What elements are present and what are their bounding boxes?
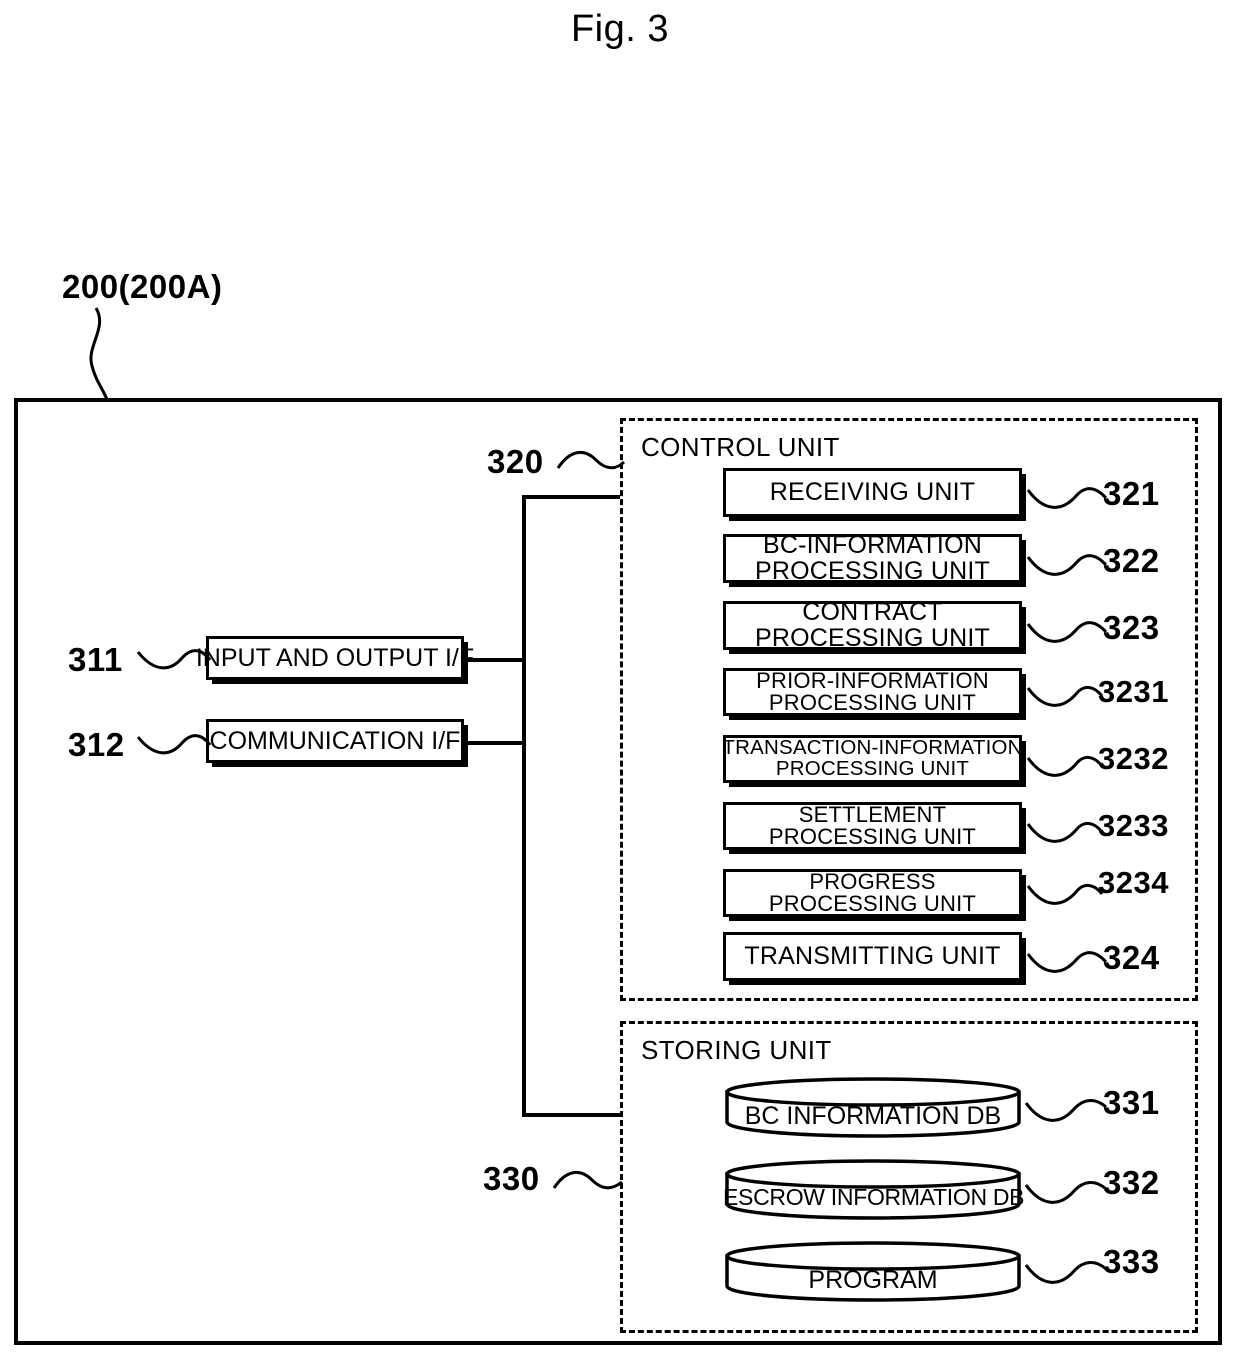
settlement-processing-unit-box[interactable]: SETTLEMENT PROCESSING UNIT bbox=[723, 802, 1022, 850]
communication-interface-box[interactable]: COMMUNICATION I/F bbox=[206, 719, 464, 763]
control-unit-title: CONTROL UNIT bbox=[641, 432, 840, 462]
reference-324: 324 bbox=[1103, 939, 1160, 976]
transaction-information-processing-unit-label-line1: TRANSACTION-INFORMATION bbox=[722, 736, 1023, 760]
bc-information-processing-unit-label-line1: BC-INFORMATION bbox=[762, 531, 982, 559]
bus-vertical bbox=[522, 495, 526, 1117]
figure-title: Fig. 3 bbox=[570, 8, 670, 50]
bc-information-processing-unit-box[interactable]: BC-INFORMATION PROCESSING UNIT bbox=[723, 531, 1022, 585]
bc-information-db-label: BC INFORMATION DB bbox=[744, 1102, 1002, 1130]
transmitting-unit-box[interactable]: TRANSMITTING UNIT bbox=[723, 932, 1022, 981]
contract-processing-unit-label-line1: CONTRACT bbox=[802, 598, 943, 626]
progress-processing-unit-label-line1: PROGRESS bbox=[809, 868, 936, 894]
contract-processing-unit-label-line2: PROCESSING UNIT bbox=[755, 623, 990, 652]
bus-branch-comm bbox=[462, 741, 524, 745]
transmitting-unit-label-line1: TRANSMITTING UNIT bbox=[744, 941, 1001, 970]
reference-312: 312 bbox=[68, 726, 125, 763]
reference-320: 320 bbox=[487, 443, 544, 480]
device-reference-label: 200(200A) bbox=[62, 268, 223, 305]
escrow-information-db-label: ESCROW INFORMATION DB bbox=[723, 1184, 1025, 1210]
patent-figure: Fig. 3 200(200A) INPUT AND OUTPUT I/F 31… bbox=[0, 0, 1240, 1362]
prior-information-processing-unit-label-line1: PRIOR-INFORMATION bbox=[756, 667, 989, 693]
prior-information-processing-unit-box[interactable]: PRIOR-INFORMATION PROCESSING UNIT bbox=[723, 668, 1022, 716]
receiving-unit-label-line1: RECEIVING UNIT bbox=[769, 477, 976, 506]
settlement-processing-unit-label-line1: SETTLEMENT bbox=[798, 801, 947, 827]
input-output-interface-label: INPUT AND OUTPUT I/F bbox=[195, 643, 475, 672]
program-cylinder[interactable]: PROGRAM bbox=[723, 1240, 1023, 1302]
bc-information-db-cylinder[interactable]: BC INFORMATION DB bbox=[723, 1076, 1023, 1138]
reference-3232: 3232 bbox=[1098, 741, 1169, 776]
progress-processing-unit-box[interactable]: PROGRESS PROCESSING UNIT bbox=[723, 869, 1022, 917]
reference-332: 332 bbox=[1103, 1164, 1160, 1201]
reference-3233: 3233 bbox=[1098, 808, 1169, 843]
reference-333: 333 bbox=[1103, 1243, 1160, 1280]
device-leader-line bbox=[89, 307, 110, 403]
reference-311: 311 bbox=[68, 641, 123, 678]
progress-processing-unit-label-line2: PROCESSING UNIT bbox=[768, 891, 977, 916]
settlement-processing-unit-label-line2: PROCESSING UNIT bbox=[768, 824, 977, 849]
input-output-interface-box[interactable]: INPUT AND OUTPUT I/F bbox=[196, 636, 474, 680]
reference-331: 331 bbox=[1103, 1084, 1160, 1121]
transaction-information-processing-unit-box[interactable]: TRANSACTION-INFORMATION PROCESSING UNIT bbox=[722, 735, 1023, 783]
bus-branch-storing bbox=[522, 1113, 622, 1117]
communication-interface-label: COMMUNICATION I/F bbox=[209, 726, 461, 755]
reference-3234: 3234 bbox=[1098, 865, 1169, 900]
contract-processing-unit-box[interactable]: CONTRACT PROCESSING UNIT bbox=[723, 598, 1022, 652]
transaction-information-processing-unit-label-line2: PROCESSING UNIT bbox=[775, 757, 970, 780]
receiving-unit-box[interactable]: RECEIVING UNIT bbox=[723, 468, 1022, 517]
storing-unit-title: STORING UNIT bbox=[641, 1035, 832, 1065]
reference-323: 323 bbox=[1103, 609, 1160, 646]
reference-322: 322 bbox=[1103, 542, 1160, 579]
bus-branch-control bbox=[522, 495, 622, 499]
reference-330: 330 bbox=[483, 1160, 540, 1197]
bc-information-processing-unit-label-line2: PROCESSING UNIT bbox=[755, 556, 990, 585]
reference-3231: 3231 bbox=[1098, 674, 1169, 709]
reference-321: 321 bbox=[1103, 475, 1160, 512]
escrow-information-db-cylinder[interactable]: ESCROW INFORMATION DB bbox=[723, 1158, 1025, 1220]
program-label: PROGRAM bbox=[808, 1266, 938, 1294]
prior-information-processing-unit-label-line2: PROCESSING UNIT bbox=[768, 690, 977, 715]
